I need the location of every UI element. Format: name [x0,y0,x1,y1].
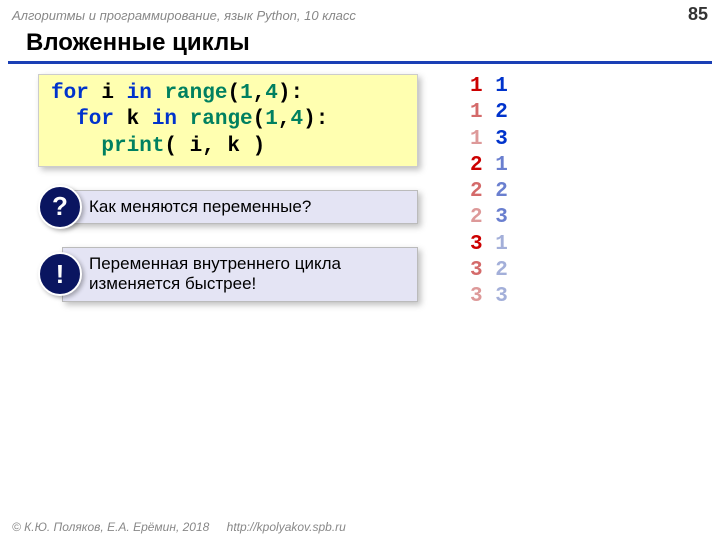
program-output: 1 11 21 32 12 22 33 13 23 3 [470,74,508,310]
output-row: 1 1 [470,74,508,100]
footer-url: http://kpolyakov.spb.ru [227,520,346,534]
fn-range: range [177,108,253,131]
course-name: Алгоритмы и программирование, язык Pytho… [12,8,356,23]
output-row: 2 2 [470,179,508,205]
kw-for: for [51,82,89,105]
slide-header: Алгоритмы и программирование, язык Pytho… [0,0,720,27]
slide-content: for i in range(1,4): for k in range(1,4)… [0,74,720,302]
fn-range: range [152,82,228,105]
question-text: Как меняются переменные? [62,190,418,224]
output-row: 1 2 [470,100,508,126]
kw-in: in [127,82,152,105]
output-row: 3 3 [470,284,508,310]
question-icon: ? [38,185,82,229]
question-callout: ? Как меняются переменные? [38,185,418,229]
note-text: Переменная внутреннего цикла изменяется … [62,247,418,302]
slide-footer: © К.Ю. Поляков, Е.А. Ерёмин, 2018 http:/… [12,520,346,534]
slide-title: Вложенные циклы [0,27,720,61]
output-row: 2 1 [470,153,508,179]
output-row: 3 2 [470,258,508,284]
exclamation-icon: ! [38,252,82,296]
page-number: 85 [688,4,708,25]
kw-for: for [51,108,114,131]
kw-in: in [152,108,177,131]
output-row: 3 1 [470,232,508,258]
title-underline [8,61,712,64]
copyright: © К.Ю. Поляков, Е.А. Ерёмин, 2018 [12,520,209,534]
fn-print: print [51,135,164,158]
note-callout: ! Переменная внутреннего цикла изменяетс… [38,247,418,302]
output-row: 1 3 [470,127,508,153]
code-block: for i in range(1,4): for k in range(1,4)… [38,74,418,167]
output-row: 2 3 [470,205,508,231]
